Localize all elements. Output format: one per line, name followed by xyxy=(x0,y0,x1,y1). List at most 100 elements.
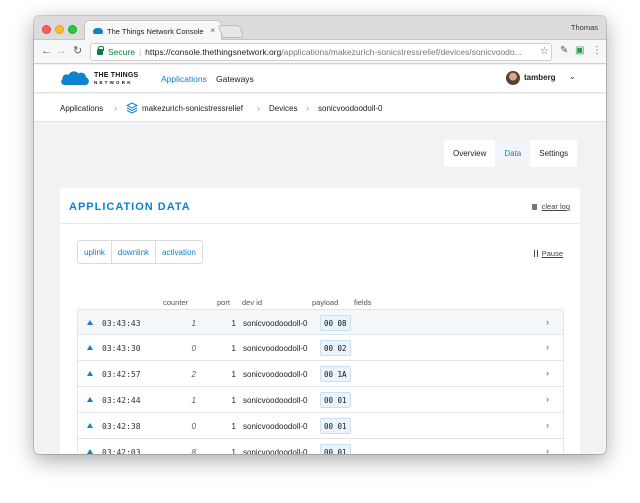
table-row[interactable]: 03:42:03 8 1 sonicvoodoodoll-0 00 01 › xyxy=(77,439,564,454)
column-payload: payload xyxy=(312,298,339,307)
uplink-arrow-icon xyxy=(87,397,93,402)
application-icon xyxy=(126,102,138,114)
extension-icon[interactable]: ✎ xyxy=(560,45,568,57)
row-time: 03:43:43 xyxy=(102,319,141,328)
close-window-button[interactable] xyxy=(42,25,51,34)
browser-window: The Things Network Console × Thomas ← → … xyxy=(34,16,606,454)
table-row[interactable]: 03:42:38 0 1 sonicvoodoodoll-0 00 01 › xyxy=(77,413,564,439)
row-payload: 00 01 xyxy=(320,444,351,454)
row-port: 1 xyxy=(231,422,236,431)
chevron-down-icon[interactable]: ⌄ xyxy=(569,72,576,81)
nav-applications[interactable]: Applications xyxy=(161,74,207,84)
filter-uplink[interactable]: uplink xyxy=(78,241,112,263)
logo-text: THE THINGS NETWORK xyxy=(94,72,139,85)
nav-gateways[interactable]: Gateways xyxy=(216,74,254,84)
row-payload: 00 01 xyxy=(320,418,351,434)
extension-badge-icon[interactable]: ▣ xyxy=(575,45,584,57)
uplink-arrow-icon xyxy=(87,345,93,350)
table-row[interactable]: 03:43:43 1 1 sonicvoodoodoll-0 00 08 › xyxy=(77,309,564,335)
row-payload: 00 02 xyxy=(320,340,351,356)
row-counter: 1 xyxy=(191,396,196,405)
device-tabs: Overview Data Settings xyxy=(444,140,578,167)
star-icon[interactable]: ☆ xyxy=(540,46,549,57)
app-header: THE THINGS NETWORK Applications Gateways… xyxy=(34,65,606,93)
panel-header: APPLICATION DATA clear log xyxy=(60,188,580,224)
tab-data[interactable]: Data xyxy=(495,140,531,167)
tab-close-icon[interactable]: × xyxy=(210,26,215,35)
row-payload: 00 08 xyxy=(320,315,351,331)
row-devid: sonicvoodoodoll-0 xyxy=(243,396,308,405)
forward-button[interactable]: → xyxy=(56,45,67,57)
url-path: /applications/makezurich-sonicstressreli… xyxy=(281,47,522,57)
row-port: 1 xyxy=(231,396,236,405)
breadcrumb-applications[interactable]: Applications xyxy=(60,104,103,113)
back-button[interactable]: ← xyxy=(41,45,52,57)
row-counter: 0 xyxy=(191,344,196,353)
row-devid: sonicvoodoodoll-0 xyxy=(243,422,308,431)
browser-toolbar: ← → ↻ Secure | https://console.thethingsne… xyxy=(34,40,606,64)
breadcrumb-application[interactable]: makezurich-sonicstressrelief xyxy=(142,104,243,113)
column-counter: counter xyxy=(163,298,189,307)
breadcrumb-device[interactable]: sonicvoodoodoll-0 xyxy=(318,104,383,113)
address-bar[interactable]: Secure | https://console.thethingsnetwork.… xyxy=(90,43,552,61)
minimize-window-button[interactable] xyxy=(55,25,64,34)
filter-downlink[interactable]: downlink xyxy=(112,241,157,263)
uplink-arrow-icon xyxy=(87,423,93,428)
row-time: 03:42:38 xyxy=(102,422,141,431)
row-time: 03:42:57 xyxy=(102,370,141,379)
breadcrumb: Applications › makezurich-sonicstressrel… xyxy=(34,94,606,122)
trash-icon xyxy=(531,204,537,210)
tab-title: The Things Network Console xyxy=(107,27,204,36)
reload-button[interactable]: ↻ xyxy=(73,45,82,57)
column-port: port xyxy=(217,298,230,307)
tab-settings[interactable]: Settings xyxy=(530,140,577,167)
menu-icon[interactable]: ⋮ xyxy=(592,45,602,57)
uplink-arrow-icon xyxy=(87,449,93,454)
new-tab-button[interactable] xyxy=(217,25,245,38)
row-port: 1 xyxy=(231,370,236,379)
row-devid: sonicvoodoodoll-0 xyxy=(243,448,308,454)
user-name[interactable]: tamberg xyxy=(524,73,556,82)
table-row[interactable]: 03:43:30 0 1 sonicvoodoodoll-0 00 02 › xyxy=(77,335,564,361)
row-devid: sonicvoodoodoll-0 xyxy=(243,319,308,328)
data-table: 03:43:43 1 1 sonicvoodoodoll-0 00 08 › 03:43:3… xyxy=(77,309,564,454)
row-time: 03:42:44 xyxy=(102,396,141,405)
browser-tab[interactable]: The Things Network Console × xyxy=(84,20,222,41)
table-row[interactable]: 03:42:44 1 1 sonicvoodoodoll-0 00 01 › xyxy=(77,387,564,413)
pause-button[interactable]: Pause xyxy=(533,249,563,258)
filter-activation[interactable]: activation xyxy=(156,241,202,263)
chevron-right-icon[interactable]: › xyxy=(546,446,549,454)
secure-label: Secure xyxy=(108,47,135,57)
browser-profile[interactable]: Thomas xyxy=(571,23,598,32)
url-host: https://console.thethingsnetwork.org xyxy=(145,47,282,57)
chevron-right-icon[interactable]: › xyxy=(546,342,549,352)
breadcrumb-separator: › xyxy=(114,103,117,113)
avatar[interactable] xyxy=(506,71,520,85)
row-counter: 1 xyxy=(191,319,196,328)
chevron-right-icon[interactable]: › xyxy=(546,317,549,327)
maximize-window-button[interactable] xyxy=(68,25,77,34)
breadcrumb-separator: › xyxy=(257,103,260,113)
row-counter: 2 xyxy=(191,370,196,379)
chevron-right-icon[interactable]: › xyxy=(546,368,549,378)
tab-strip: The Things Network Console × Thomas xyxy=(34,16,606,41)
row-payload: 00 1A xyxy=(320,366,351,382)
row-time: 03:43:30 xyxy=(102,344,141,353)
tab-overview[interactable]: Overview xyxy=(444,140,495,167)
breadcrumb-separator: › xyxy=(306,103,309,113)
ttn-favicon-icon xyxy=(93,28,103,34)
breadcrumb-devices[interactable]: Devices xyxy=(269,104,297,113)
chevron-right-icon[interactable]: › xyxy=(546,394,549,404)
row-counter: 0 xyxy=(191,422,196,431)
row-counter: 8 xyxy=(191,448,196,454)
column-devid: dev id xyxy=(242,298,263,307)
row-devid: sonicvoodoodoll-0 xyxy=(243,344,308,353)
table-row[interactable]: 03:42:57 2 1 sonicvoodoodoll-0 00 1A › xyxy=(77,361,564,387)
row-time: 03:42:03 xyxy=(102,448,141,454)
column-fields: fields xyxy=(354,298,372,307)
chevron-right-icon[interactable]: › xyxy=(546,420,549,430)
clear-log-button[interactable]: clear log xyxy=(531,202,570,211)
ttn-logo-icon[interactable] xyxy=(60,70,90,86)
row-port: 1 xyxy=(231,448,236,454)
application-data-panel: APPLICATION DATA clear log uplink downli… xyxy=(60,188,580,454)
